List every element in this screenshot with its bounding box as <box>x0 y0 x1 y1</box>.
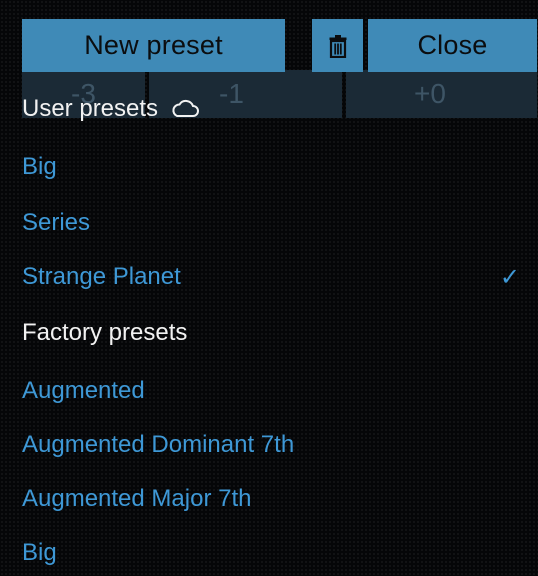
preset-item-label: Augmented Major 7th <box>22 485 252 512</box>
delete-preset-button[interactable] <box>312 19 363 72</box>
background-cell: +0 <box>346 70 537 118</box>
close-button[interactable]: Close <box>368 19 537 72</box>
user-presets-header: User presets <box>22 89 200 129</box>
preset-toolbar: New preset Close <box>22 19 537 72</box>
preset-item-series[interactable]: Series <box>22 203 522 243</box>
close-label: Close <box>417 30 488 60</box>
preset-item-big[interactable]: Big <box>22 147 522 187</box>
preset-item-label: Strange Planet <box>22 263 181 290</box>
preset-item-label: Series <box>22 209 91 236</box>
new-preset-button[interactable]: New preset <box>22 19 285 72</box>
preset-item-label: Big <box>22 539 57 566</box>
factory-presets-title: Factory presets <box>22 319 188 346</box>
preset-menu-screen: -3 -1 +0 New preset Close User presets B… <box>0 0 538 576</box>
preset-item-strange-planet[interactable]: Strange Planet ✓ <box>22 257 522 297</box>
new-preset-label: New preset <box>84 30 223 60</box>
factory-item-augmented[interactable]: Augmented <box>22 371 522 411</box>
checkmark-icon: ✓ <box>499 263 520 291</box>
preset-item-label: Augmented Dominant 7th <box>22 431 295 458</box>
preset-item-label: Big <box>22 153 57 180</box>
preset-item-label: Augmented <box>22 377 145 404</box>
factory-item-augmented-dominant-7th[interactable]: Augmented Dominant 7th <box>22 425 522 465</box>
factory-item-augmented-major-7th[interactable]: Augmented Major 7th <box>22 479 522 519</box>
cloud-icon <box>170 99 200 119</box>
user-presets-title: User presets <box>22 95 159 122</box>
factory-presets-header: Factory presets <box>22 313 187 353</box>
factory-item-big[interactable]: Big <box>22 533 522 573</box>
trash-icon <box>329 34 346 58</box>
